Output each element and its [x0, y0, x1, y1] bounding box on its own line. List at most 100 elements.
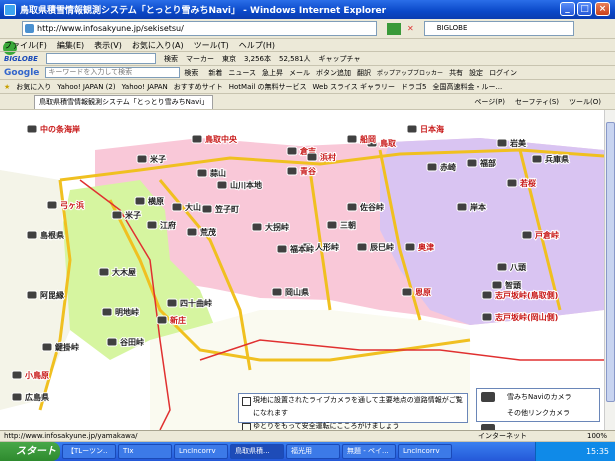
camera-icon[interactable]: [506, 178, 518, 188]
camera-icon[interactable]: [346, 202, 358, 212]
camera-icon[interactable]: [326, 220, 338, 230]
gtb-item[interactable]: ニュース: [228, 68, 256, 78]
map-label[interactable]: 智頭: [504, 279, 523, 291]
camera-icon[interactable]: [286, 146, 298, 156]
google-search-input[interactable]: キーワードを入力して検索: [45, 67, 181, 78]
camera-icon[interactable]: [404, 242, 416, 252]
map-label[interactable]: 江府: [159, 219, 177, 231]
map-label[interactable]: 青谷: [299, 165, 318, 177]
gtb-item[interactable]: 新着: [208, 68, 222, 78]
camera-icon[interactable]: [146, 220, 158, 230]
menu-favorites[interactable]: お気に入り(A): [132, 40, 184, 51]
map-label[interactable]: 人形峠: [314, 241, 340, 253]
fav-item[interactable]: Yahoo! JAPAN (2): [57, 83, 115, 91]
map-label[interactable]: 小鳥原: [23, 369, 50, 381]
search-box[interactable]: BIGLOBE: [423, 21, 574, 36]
gtb-item[interactable]: ポップアップブロッカー: [377, 68, 443, 77]
map-label[interactable]: 志戸坂峠(岡山側): [494, 311, 559, 323]
favorites-label[interactable]: お気に入り: [16, 82, 51, 92]
map-label[interactable]: 浜村: [319, 151, 337, 163]
menu-help[interactable]: ヘルプ(H): [239, 40, 275, 51]
camera-icon[interactable]: [191, 134, 203, 144]
map-label[interactable]: 日本海: [419, 123, 445, 135]
fav-item[interactable]: Yahoo! JAPAN: [122, 83, 168, 91]
task-button[interactable]: TIx: [118, 444, 172, 459]
biglobe-search-button[interactable]: 検索: [164, 54, 178, 64]
camera-icon[interactable]: [134, 196, 146, 206]
page-menu[interactable]: ページ(P): [474, 97, 505, 107]
camera-icon[interactable]: [466, 158, 478, 168]
camera-icon[interactable]: [46, 200, 58, 210]
map-label[interactable]: 弓ヶ浜: [59, 199, 85, 211]
tab-active[interactable]: 鳥取県積雪情報観測システム「とっとり雪みちNavi」: [34, 94, 214, 109]
fav-item[interactable]: ドラゴ5: [401, 82, 426, 92]
menu-tools[interactable]: ツール(T): [194, 40, 229, 51]
camera-icon[interactable]: [156, 315, 168, 325]
google-search-button[interactable]: 検索: [184, 68, 198, 78]
map-label[interactable]: 大山: [184, 201, 202, 213]
camera-icon[interactable]: [26, 230, 38, 240]
camera-icon[interactable]: [26, 124, 38, 134]
map-label[interactable]: 福部: [478, 157, 497, 169]
map-label[interactable]: 鳥取中央: [204, 133, 239, 145]
tokyo-weather[interactable]: 東京: [222, 54, 236, 64]
camera-icon[interactable]: [286, 166, 298, 176]
map-label[interactable]: 鍵掛峠: [54, 341, 80, 353]
map-label[interactable]: 広島県: [24, 391, 50, 403]
vertical-scrollbar[interactable]: [604, 110, 615, 430]
task-button[interactable]: 無題 - ペイ...: [342, 444, 396, 459]
map-label[interactable]: 横原: [147, 195, 165, 207]
map-label[interactable]: 奥津: [416, 241, 435, 253]
map-label[interactable]: 岩美: [508, 137, 528, 149]
camera-icon[interactable]: [496, 138, 508, 148]
map-label[interactable]: 米子: [123, 209, 142, 221]
cap-button[interactable]: ギャップチャ: [319, 54, 361, 64]
fav-item[interactable]: 全国高速料金・ルー...: [433, 82, 503, 92]
gtb-item[interactable]: 設定: [469, 68, 483, 78]
map-label[interactable]: 志戸坂峠(鳥取側): [494, 289, 559, 301]
camera-icon[interactable]: [216, 180, 228, 190]
biglobe-search-input[interactable]: [45, 53, 156, 64]
camera-icon[interactable]: [201, 204, 213, 214]
map-label[interactable]: 大拐峠: [264, 221, 290, 233]
refresh-icon[interactable]: [387, 22, 401, 35]
task-button[interactable]: 福光用: [286, 444, 340, 459]
map-label[interactable]: 岡山県: [284, 286, 310, 298]
map-label[interactable]: 島根県: [39, 229, 65, 241]
fav-item[interactable]: Web スライス ギャラリー: [313, 82, 396, 92]
gtb-item[interactable]: 急上昇: [262, 68, 283, 78]
camera-icon[interactable]: [531, 154, 543, 164]
map-label[interactable]: 大木屋: [111, 266, 137, 278]
camera-icon[interactable]: [481, 290, 493, 300]
camera-icon[interactable]: [98, 267, 110, 277]
camera-icon[interactable]: [186, 227, 198, 237]
stop-icon[interactable]: ✕: [407, 24, 414, 33]
camera-icon[interactable]: [106, 337, 118, 347]
camera-icon[interactable]: [426, 162, 438, 172]
camera-icon[interactable]: [456, 202, 468, 212]
map-label[interactable]: 若桜: [518, 177, 537, 189]
camera-icon[interactable]: [171, 202, 183, 212]
camera-icon[interactable]: [276, 244, 288, 254]
camera-icon[interactable]: [26, 290, 38, 300]
map-label[interactable]: 中の条海岸: [39, 123, 81, 135]
camera-icon[interactable]: [11, 370, 23, 380]
camera-icon[interactable]: [481, 312, 493, 322]
marker-button[interactable]: マーカー: [186, 54, 214, 64]
task-button[interactable]: LncIncorrv: [174, 444, 228, 459]
camera-icon[interactable]: [346, 134, 358, 144]
map-label[interactable]: 山川本地: [229, 179, 263, 191]
camera-icon[interactable]: [356, 242, 368, 252]
fav-item[interactable]: おすすめサイト: [174, 82, 223, 92]
fav-item[interactable]: HotMail の無料サービス: [229, 82, 307, 92]
map-label[interactable]: 米子: [148, 153, 167, 165]
camera-icon[interactable]: [496, 262, 508, 272]
tools-menu[interactable]: ツール(O): [569, 97, 601, 107]
map-label[interactable]: 鳥取: [379, 137, 397, 149]
map-label[interactable]: 阿毘縁: [39, 289, 65, 301]
map-label[interactable]: 恩原: [414, 286, 432, 298]
task-button-active[interactable]: 鳥取県積...: [230, 444, 284, 459]
stat-1[interactable]: 3,256本: [244, 54, 271, 64]
map-label[interactable]: 佐谷峠: [358, 201, 385, 213]
map-label[interactable]: 戸倉峠: [534, 229, 560, 241]
